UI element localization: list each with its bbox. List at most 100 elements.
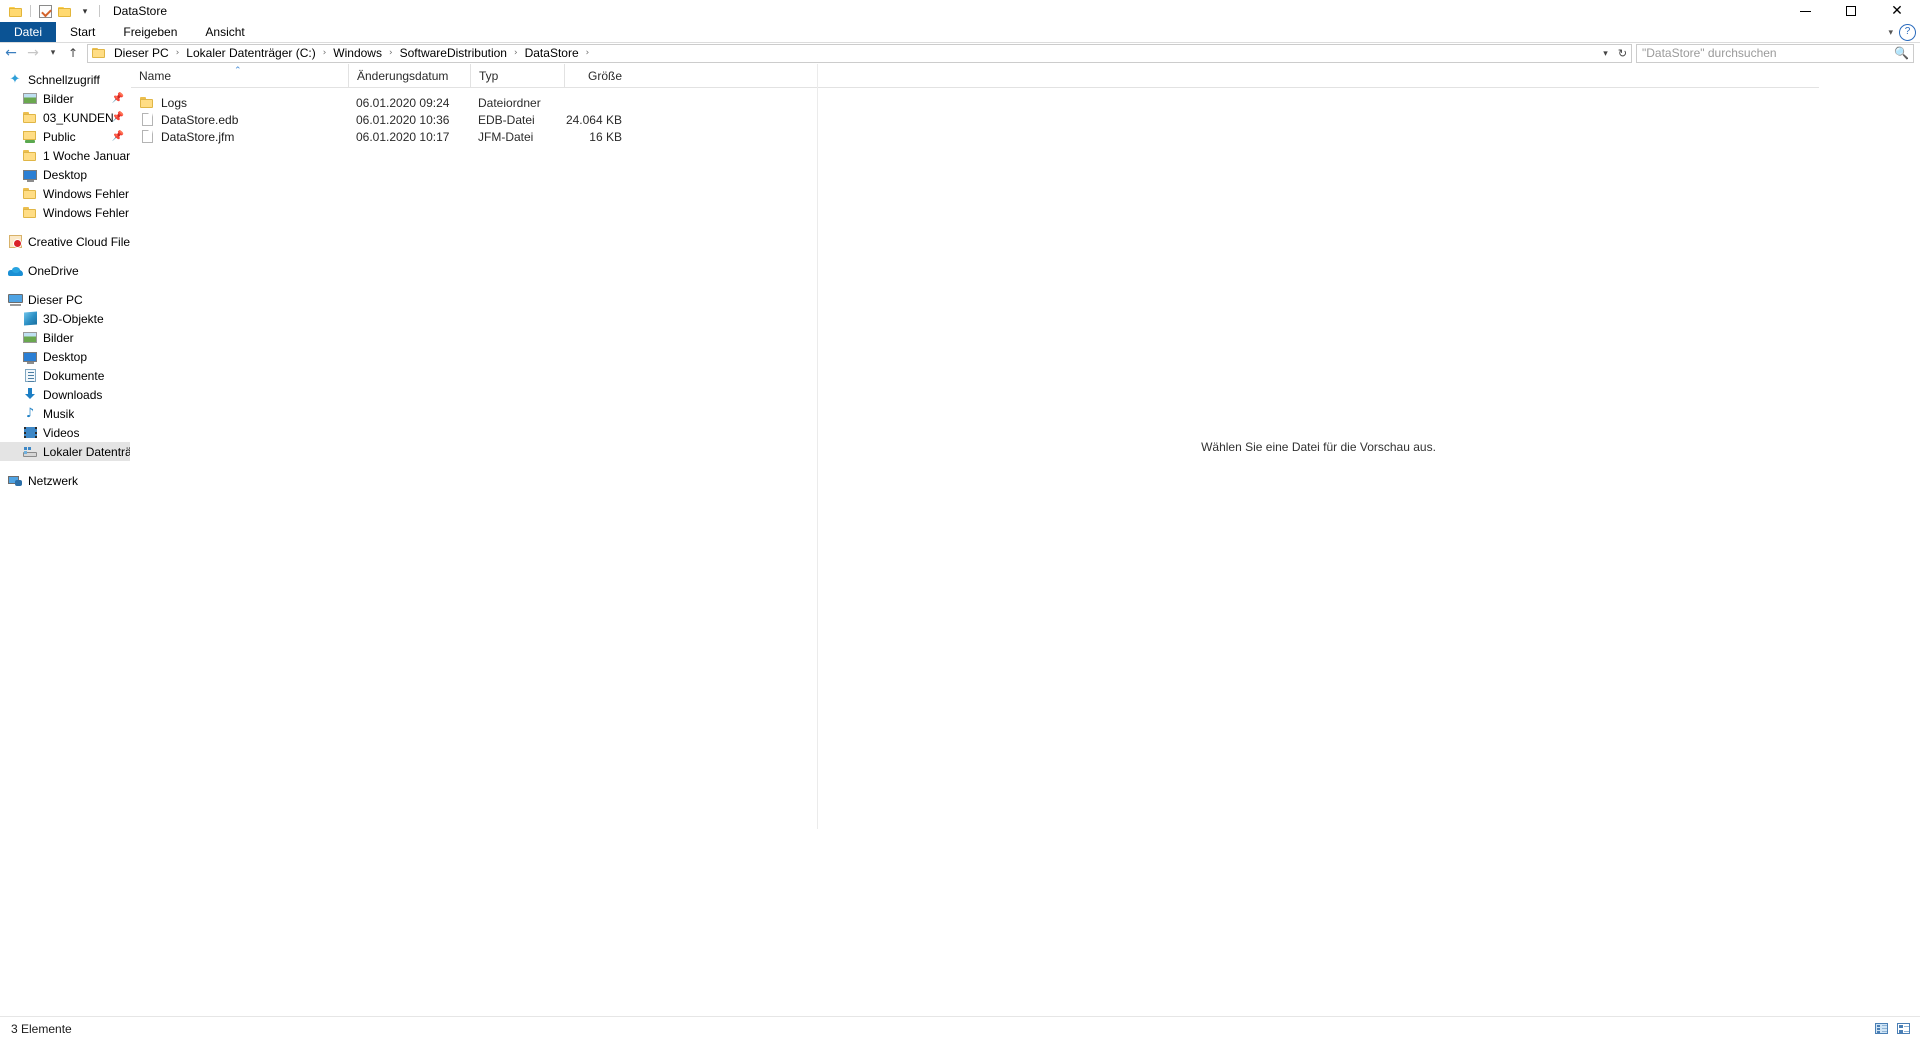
sidebar-item-label: Downloads: [43, 387, 103, 402]
minimize-button[interactable]: [1782, 0, 1828, 22]
pin-icon[interactable]: 📌: [112, 131, 124, 142]
sidebar-item-public[interactable]: Public 📌: [0, 127, 130, 146]
refresh-icon[interactable]: ↻: [1614, 47, 1631, 60]
folder-icon: [22, 110, 38, 126]
address-history-chevron-icon[interactable]: ▾: [1597, 48, 1614, 59]
onedrive-icon: [7, 263, 23, 279]
navigation-pane[interactable]: ✦ Schnellzugriff Bilder 📌 03_KUNDEN 📌 Pu…: [0, 64, 131, 829]
view-mode-buttons: [1872, 1020, 1912, 1038]
folder-icon[interactable]: [6, 1, 26, 21]
breadcrumb-softwaredistribution[interactable]: SoftwareDistribution: [397, 46, 510, 60]
title-bar: ▾ DataStore ✕: [0, 0, 1920, 22]
up-button[interactable]: ↑: [62, 43, 84, 63]
sidebar-item-videos[interactable]: Videos: [0, 423, 130, 442]
status-bar: 3 Elemente: [0, 1016, 1920, 1040]
breadcrumb-separator-icon[interactable]: ›: [319, 48, 331, 58]
address-bar[interactable]: Dieser PC › Lokaler Datenträger (C:) › W…: [87, 43, 1632, 63]
sidebar-item-dieser-pc[interactable]: Dieser PC: [0, 290, 130, 309]
preview-pane: Wählen Sie eine Datei für die Vorschau a…: [817, 64, 1819, 829]
tab-freigeben[interactable]: Freigeben: [109, 22, 191, 42]
sidebar-item-desktop-quick[interactable]: Desktop: [0, 165, 130, 184]
close-icon: ✕: [1891, 3, 1903, 19]
cell-type: EDB-Datei: [478, 112, 535, 127]
this-pc-icon: [7, 292, 23, 308]
sidebar-item-label: Desktop: [43, 167, 88, 182]
column-header-name[interactable]: Name ⌃: [131, 64, 348, 87]
close-button[interactable]: ✕: [1874, 0, 1920, 22]
tab-ansicht[interactable]: Ansicht: [191, 22, 258, 42]
breadcrumb-separator-icon[interactable]: ›: [385, 48, 397, 58]
drive-icon: [22, 444, 38, 460]
details-view-icon: [1874, 1023, 1888, 1034]
ribbon-tabs: Datei Start Freigeben Ansicht ▾ ?: [0, 22, 1920, 43]
column-header-date[interactable]: Änderungsdatum: [348, 64, 470, 87]
column-header-type[interactable]: Typ: [470, 64, 564, 87]
help-icon[interactable]: ?: [1899, 23, 1916, 41]
breadcrumb-dieser-pc[interactable]: Dieser PC: [111, 46, 172, 60]
column-header-size[interactable]: Größe: [564, 64, 630, 87]
file-name-label: DataStore.edb: [161, 112, 239, 127]
sidebar-item-desktop[interactable]: Desktop: [0, 347, 130, 366]
breadcrumb-separator-icon[interactable]: ›: [582, 48, 594, 58]
breadcrumb-separator-icon[interactable]: ›: [172, 48, 184, 58]
cell-date: 06.01.2020 10:17: [356, 129, 450, 144]
folder-icon: [22, 205, 38, 221]
pin-icon[interactable]: 📌: [112, 93, 124, 104]
sidebar-item-label: Videos: [43, 425, 80, 440]
sidebar-item-downloads[interactable]: Downloads: [0, 385, 130, 404]
tab-datei[interactable]: Datei: [0, 22, 57, 42]
videos-icon: [22, 425, 38, 441]
search-icon[interactable]: 🔍: [1894, 46, 1909, 60]
sidebar-item-onedrive[interactable]: OneDrive: [0, 261, 130, 280]
pictures-icon: [22, 91, 38, 107]
sidebar-item-dokumente[interactable]: Dokumente: [0, 366, 130, 385]
address-bar-actions: ▾ ↻: [1597, 45, 1631, 62]
cell-date: 06.01.2020 10:36: [356, 112, 450, 127]
cell-size: 24.064 KB: [565, 112, 622, 127]
sidebar-item-label: Windows Fehler 800: [43, 205, 130, 220]
cell-name: DataStore.edb: [131, 111, 348, 128]
sidebar-item-label: 03_KUNDEN: [43, 110, 114, 125]
sidebar-item-03-kunden[interactable]: 03_KUNDEN 📌: [0, 108, 130, 127]
maximize-button[interactable]: [1828, 0, 1874, 22]
file-icon: [139, 130, 155, 143]
forward-button[interactable]: →: [22, 43, 44, 63]
sidebar-item-label: Schnellzugriff: [28, 72, 100, 87]
sidebar-item-bilder-quick[interactable]: Bilder 📌: [0, 89, 130, 108]
sidebar-item-windows-fehler-0x8[interactable]: Windows Fehler 0x8: [0, 184, 130, 203]
new-folder-icon[interactable]: [55, 1, 75, 21]
breadcrumb-separator-icon[interactable]: ›: [510, 48, 522, 58]
shared-folder-icon: [22, 129, 38, 145]
sidebar-item-bilder[interactable]: Bilder: [0, 328, 130, 347]
details-view-button[interactable]: [1872, 1020, 1890, 1038]
sidebar-item-creative-cloud-files[interactable]: Creative Cloud Files: [0, 232, 130, 251]
recent-locations-button[interactable]: ▾: [44, 43, 62, 63]
window-controls: ✕: [1782, 0, 1920, 22]
expand-ribbon-chevron-icon[interactable]: ▾: [1888, 27, 1893, 38]
breadcrumb-datastore[interactable]: DataStore: [522, 46, 582, 60]
customize-qat-chevron-icon[interactable]: ▾: [75, 1, 95, 21]
cell-size: [564, 94, 630, 111]
search-placeholder: "DataStore" durchsuchen: [1642, 46, 1777, 60]
properties-icon[interactable]: [35, 1, 55, 21]
sidebar-item-netzwerk[interactable]: Netzwerk: [0, 471, 130, 490]
search-box[interactable]: "DataStore" durchsuchen 🔍: [1636, 43, 1914, 63]
sidebar-item-lokaler-datentraeger[interactable]: Lokaler Datenträger: [0, 442, 130, 461]
sidebar-item-schnellzugriff[interactable]: ✦ Schnellzugriff: [0, 70, 130, 89]
sidebar-item-3d-objekte[interactable]: 3D-Objekte: [0, 309, 130, 328]
sidebar-item-label: Desktop: [43, 349, 88, 364]
breadcrumb-lokaler-datentraeger[interactable]: Lokaler Datenträger (C:): [183, 46, 318, 60]
sidebar-item-label: Creative Cloud Files: [28, 234, 130, 249]
quick-access-toolbar: ▾: [0, 1, 104, 21]
tab-start[interactable]: Start: [56, 22, 109, 42]
sidebar-item-windows-fehler-800[interactable]: Windows Fehler 800: [0, 203, 130, 222]
breadcrumb-windows[interactable]: Windows: [330, 46, 385, 60]
sidebar-item-musik[interactable]: ♪ Musik: [0, 404, 130, 423]
back-button[interactable]: ←: [0, 43, 22, 63]
pin-icon[interactable]: 📌: [112, 112, 124, 123]
sidebar-item-1-woche-januar[interactable]: 1 Woche Januar: [0, 146, 130, 165]
file-explorer-window: ▾ DataStore ✕ Datei Start Freigeben Ansi…: [0, 0, 1920, 1040]
large-icons-view-button[interactable]: [1894, 1020, 1912, 1038]
